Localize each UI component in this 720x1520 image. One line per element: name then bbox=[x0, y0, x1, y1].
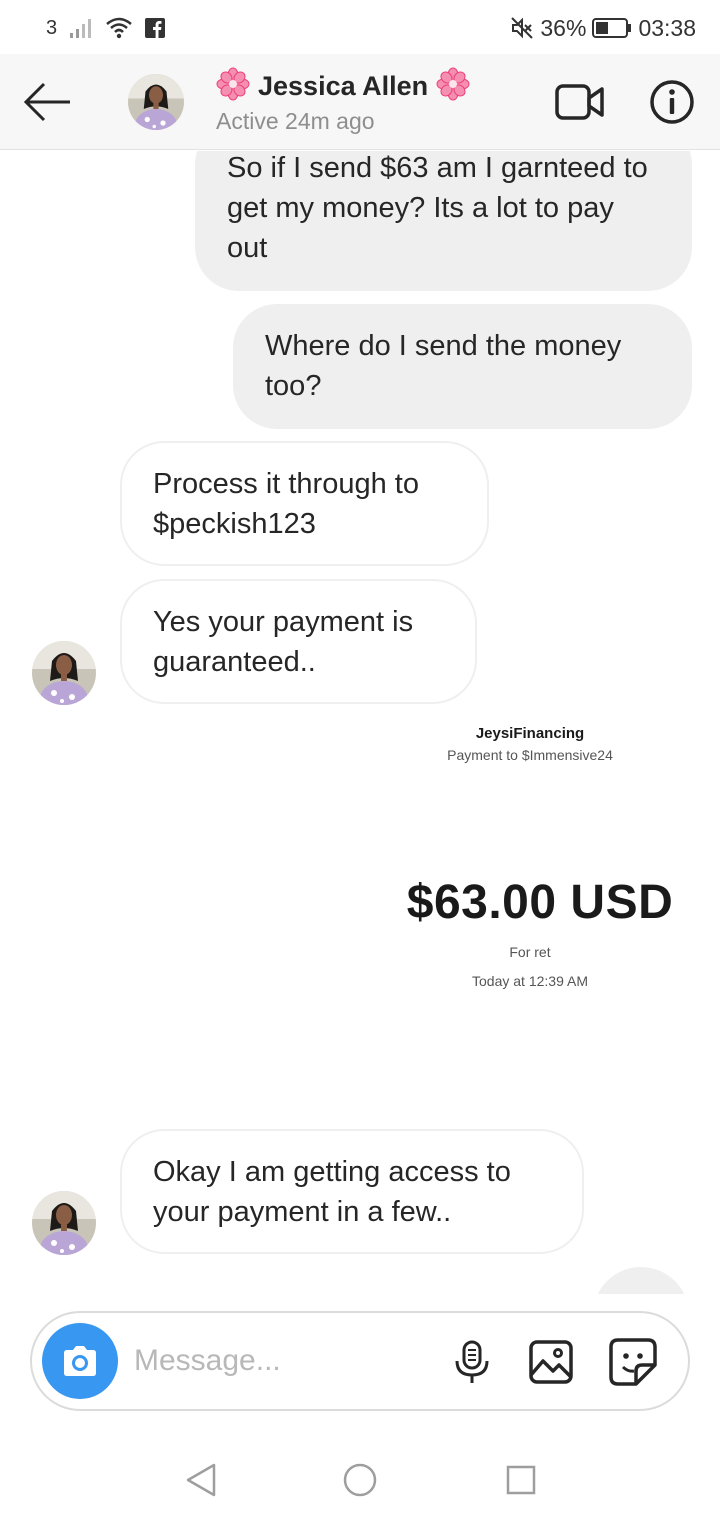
receipt-amount: $63.00 USD bbox=[406, 876, 674, 929]
message-incoming[interactable]: Yes your payment is guaranteed.. bbox=[120, 579, 477, 704]
gallery-button[interactable] bbox=[528, 1339, 574, 1385]
chat-header: Jessica Allen Active 24m ago bbox=[0, 54, 720, 150]
carrier-label: 3 bbox=[46, 16, 58, 39]
mute-icon bbox=[510, 16, 534, 40]
back-arrow-icon bbox=[23, 82, 70, 122]
sender-avatar[interactable] bbox=[32, 641, 96, 705]
receipt-payee: Payment to $Immensive24 bbox=[447, 747, 613, 763]
message-input[interactable] bbox=[134, 1339, 434, 1383]
message-incoming[interactable]: Process it through to $peckish123 bbox=[120, 441, 489, 566]
info-button[interactable] bbox=[648, 78, 696, 126]
receipt-note: For ret bbox=[509, 944, 551, 960]
clock: 03:38 bbox=[638, 14, 696, 41]
video-call-button[interactable] bbox=[554, 80, 606, 124]
nav-recents-button[interactable] bbox=[505, 1464, 537, 1496]
receipt-timestamp: Today at 12:39 AM bbox=[472, 973, 588, 989]
flower-icon bbox=[436, 67, 470, 106]
message-incoming[interactable]: Okay I am getting access to your payment… bbox=[120, 1129, 584, 1254]
facebook-icon bbox=[145, 18, 166, 38]
system-navigation-bar bbox=[0, 1430, 720, 1520]
payment-receipt-image[interactable]: JeysiFinancing Payment to $Immensive24 $… bbox=[350, 721, 710, 1001]
contact-name-row[interactable]: Jessica Allen bbox=[216, 67, 470, 106]
camera-icon bbox=[64, 1346, 96, 1376]
nav-back-icon bbox=[186, 1463, 216, 1497]
wifi-icon bbox=[105, 16, 133, 40]
camera-button[interactable] bbox=[42, 1323, 118, 1399]
microphone-icon bbox=[455, 1340, 489, 1383]
sender-avatar[interactable] bbox=[32, 1191, 96, 1255]
receipt-merchant: JeysiFinancing bbox=[475, 725, 585, 742]
microphone-button[interactable] bbox=[452, 1339, 492, 1385]
active-status: Active 24m ago bbox=[216, 108, 375, 134]
message-composer bbox=[30, 1311, 690, 1411]
message-thread[interactable]: So if I send $63 am I garnteed to get my… bbox=[0, 151, 720, 1294]
back-button[interactable] bbox=[20, 78, 74, 126]
sticker-icon bbox=[609, 1338, 657, 1386]
contact-name: Jessica Allen bbox=[258, 70, 429, 101]
gallery-icon bbox=[529, 1340, 573, 1384]
nav-home-icon bbox=[343, 1463, 377, 1497]
sticker-button[interactable] bbox=[608, 1337, 658, 1387]
message-outgoing[interactable]: So if I send $63 am I garnteed to get my… bbox=[195, 151, 692, 291]
status-bar-left: 3 bbox=[46, 12, 166, 44]
message-outgoing[interactable]: Where do I send the money too? bbox=[233, 304, 692, 429]
status-bar-right: 36% 03:38 bbox=[510, 12, 696, 44]
video-call-icon bbox=[555, 84, 604, 120]
battery-icon bbox=[592, 17, 632, 39]
nav-back-button[interactable] bbox=[184, 1462, 218, 1498]
signal-icon bbox=[69, 17, 93, 39]
nav-home-button[interactable] bbox=[342, 1462, 378, 1498]
contact-avatar[interactable] bbox=[128, 74, 184, 130]
nav-recents-icon bbox=[506, 1465, 536, 1495]
flower-icon bbox=[216, 67, 250, 106]
battery-percent: 36% bbox=[540, 14, 587, 41]
info-icon bbox=[650, 80, 694, 124]
message-outgoing-partial[interactable] bbox=[593, 1267, 689, 1294]
status-bar: 3 36% 03:38 bbox=[0, 0, 720, 54]
